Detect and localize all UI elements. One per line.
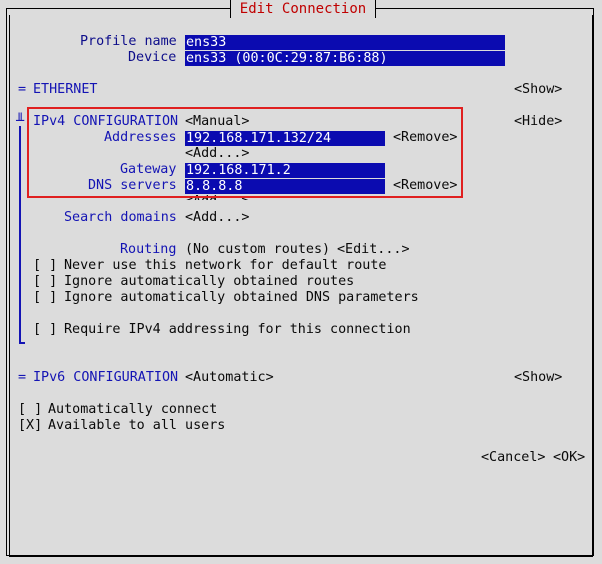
device-label: Device — [128, 50, 177, 65]
checkbox-never-default-route-label: Never use this network for default route — [64, 258, 387, 273]
device-field[interactable]: ens33 (00:0C:29:87:B6:88) — [185, 51, 505, 66]
ethernet-marker: = — [18, 82, 27, 97]
checkbox-auto-connect-label: Automatically connect — [48, 402, 218, 417]
search-domains-add-button[interactable]: <Add...> — [185, 210, 250, 226]
routing-value: (No custom routes) — [185, 242, 331, 257]
ok-button[interactable]: <OK> — [553, 450, 585, 466]
ipv4-hide-button[interactable]: <Hide> — [514, 114, 562, 130]
checkbox-all-users-label: Available to all users — [48, 418, 226, 433]
checkbox-all-users[interactable]: [X] — [18, 418, 42, 434]
checkbox-never-default-route[interactable]: [ ] — [33, 258, 57, 274]
checkbox-require-ipv4[interactable]: [ ] — [33, 322, 57, 338]
checkbox-auto-connect[interactable]: [ ] — [18, 402, 42, 418]
ethernet-show-button[interactable]: <Show> — [514, 82, 562, 98]
ipv6-label: IPv6 CONFIGURATION — [33, 370, 179, 385]
ethernet-label: ETHERNET — [33, 82, 98, 97]
checkbox-ignore-routes[interactable]: [ ] — [33, 274, 57, 290]
window-title: Edit Connection — [230, 0, 376, 18]
ipv6-mode-dropdown[interactable]: <Automatic> — [185, 370, 274, 386]
checkbox-require-ipv4-label: Require IPv4 addressing for this connect… — [64, 322, 411, 337]
profile-name-field[interactable]: ens33 — [185, 35, 505, 50]
highlight-annotation — [27, 107, 463, 198]
routing-edit-button[interactable]: <Edit...> — [337, 242, 410, 258]
search-domains-label: Search domains — [64, 210, 177, 225]
edit-connection-window: Edit Connection Profile name ens33 Devic… — [0, 0, 602, 564]
ipv6-show-button[interactable]: <Show> — [514, 370, 562, 386]
ipv6-marker: = — [18, 370, 27, 385]
profile-name-label: Profile name — [80, 34, 177, 49]
ipv4-section-line — [19, 126, 21, 343]
checkbox-ignore-routes-label: Ignore automatically obtained routes — [64, 274, 355, 289]
checkbox-ignore-dns[interactable]: [ ] — [33, 290, 57, 306]
ipv4-section-line-end — [19, 342, 25, 344]
cancel-button[interactable]: <Cancel> — [481, 450, 546, 466]
checkbox-ignore-dns-label: Ignore automatically obtained DNS parame… — [64, 290, 419, 305]
routing-label: Routing — [120, 242, 177, 257]
